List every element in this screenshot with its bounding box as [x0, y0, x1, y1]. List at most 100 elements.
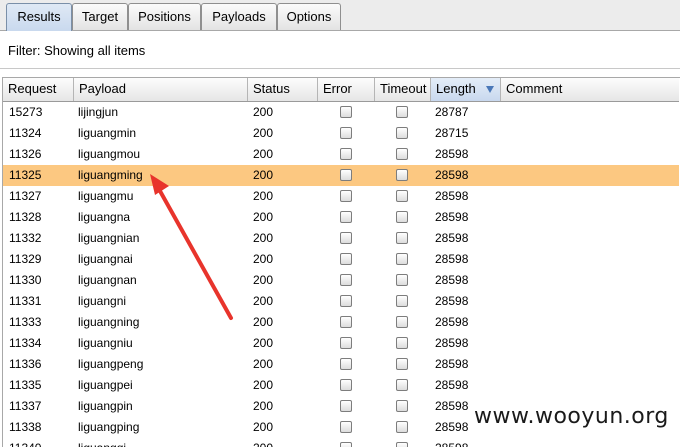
timeout-checkbox[interactable] — [396, 421, 408, 433]
timeout-checkbox[interactable] — [396, 337, 408, 349]
tab-options[interactable]: Options — [277, 3, 341, 30]
error-checkbox[interactable] — [340, 442, 352, 447]
cell-payload: liguangna — [78, 210, 131, 224]
cell-request: 11327 — [9, 189, 42, 203]
cell-payload: liguangnai — [78, 252, 133, 266]
cell-length: 28598 — [435, 357, 469, 371]
error-checkbox[interactable] — [340, 379, 352, 391]
filter-label: Filter: Showing all items — [8, 43, 146, 58]
table-header: Request Payload Status Error Timeout Len… — [3, 78, 679, 102]
table-row[interactable]: 11333 liguangning 200 28598 — [3, 312, 679, 333]
timeout-checkbox[interactable] — [396, 400, 408, 412]
cell-request: 11334 — [9, 336, 42, 350]
cell-length: 28598 — [435, 336, 469, 350]
tab-target[interactable]: Target — [72, 3, 128, 30]
table-row[interactable]: 11326 liguangmou 200 28598 — [3, 144, 679, 165]
error-checkbox[interactable] — [340, 295, 352, 307]
table-row[interactable]: 11330 liguangnan 200 28598 — [3, 270, 679, 291]
cell-request: 11324 — [9, 126, 42, 140]
table-row[interactable]: 11336 liguangpeng 200 28598 — [3, 354, 679, 375]
timeout-checkbox[interactable] — [396, 358, 408, 370]
cell-length: 28715 — [435, 126, 469, 140]
filter-bar[interactable]: Filter: Showing all items — [0, 34, 680, 69]
table-row[interactable]: 11328 liguangna 200 28598 — [3, 207, 679, 228]
error-checkbox[interactable] — [340, 232, 352, 244]
cell-payload: liguangmu — [78, 189, 134, 203]
table-row[interactable]: 11327 liguangmu 200 28598 — [3, 186, 679, 207]
table-row[interactable]: 11325 liguangming 200 28598 — [3, 165, 679, 186]
results-table: Request Payload Status Error Timeout Len… — [2, 77, 680, 447]
cell-status: 200 — [253, 231, 274, 245]
cell-payload: liguangqi — [78, 438, 126, 447]
cell-length: 28598 — [435, 273, 469, 287]
cell-request: 15273 — [9, 105, 43, 119]
cell-length: 28598 — [435, 189, 469, 203]
error-checkbox[interactable] — [340, 400, 352, 412]
timeout-checkbox[interactable] — [396, 106, 408, 118]
cell-status: 200 — [253, 357, 274, 371]
cell-request: 11329 — [9, 252, 42, 266]
table-row[interactable]: 11329 liguangnai 200 28598 — [3, 249, 679, 270]
error-checkbox[interactable] — [340, 106, 352, 118]
cell-length: 28598 — [435, 399, 469, 413]
column-header-timeout[interactable]: Timeout — [375, 78, 431, 101]
cell-status: 200 — [253, 420, 274, 434]
error-checkbox[interactable] — [340, 274, 352, 286]
cell-length: 28598 — [435, 420, 469, 434]
cell-status: 200 — [253, 126, 274, 140]
cell-payload: liguangming — [78, 168, 143, 182]
sort-descending-icon — [486, 86, 494, 93]
error-checkbox[interactable] — [340, 127, 352, 139]
tab-bar: Results Target Positions Payloads Option… — [0, 0, 680, 31]
tab-payloads[interactable]: Payloads — [201, 3, 277, 30]
column-header-request[interactable]: Request — [3, 78, 74, 101]
table-row[interactable]: 11340 liguangqi 200 28598 — [3, 438, 679, 447]
timeout-checkbox[interactable] — [396, 442, 408, 447]
column-header-payload[interactable]: Payload — [74, 78, 248, 101]
tab-results[interactable]: Results — [6, 3, 72, 31]
timeout-checkbox[interactable] — [396, 211, 408, 223]
timeout-checkbox[interactable] — [396, 379, 408, 391]
timeout-checkbox[interactable] — [396, 190, 408, 202]
timeout-checkbox[interactable] — [396, 148, 408, 160]
cell-payload: lijingjun — [78, 105, 119, 119]
cell-payload: liguangping — [78, 420, 140, 434]
table-row[interactable]: 11332 liguangnian 200 28598 — [3, 228, 679, 249]
column-header-status[interactable]: Status — [248, 78, 318, 101]
table-row[interactable]: 15273 lijingjun 200 28787 — [3, 102, 679, 123]
table-row[interactable]: 11331 liguangni 200 28598 — [3, 291, 679, 312]
table-row[interactable]: 11334 liguangniu 200 28598 — [3, 333, 679, 354]
cell-request: 11337 — [9, 399, 42, 413]
column-header-comment[interactable]: Comment — [501, 78, 679, 101]
cell-length: 28598 — [435, 210, 469, 224]
error-checkbox[interactable] — [340, 148, 352, 160]
error-checkbox[interactable] — [340, 316, 352, 328]
timeout-checkbox[interactable] — [396, 295, 408, 307]
cell-status: 200 — [253, 336, 274, 350]
error-checkbox[interactable] — [340, 211, 352, 223]
timeout-checkbox[interactable] — [396, 253, 408, 265]
error-checkbox[interactable] — [340, 358, 352, 370]
table-row[interactable]: 11324 liguangmin 200 28715 — [3, 123, 679, 144]
cell-payload: liguangmin — [78, 126, 137, 140]
cell-payload: liguangpin — [78, 399, 133, 413]
cell-payload: liguangnan — [78, 273, 137, 287]
error-checkbox[interactable] — [340, 169, 352, 181]
cell-request: 11335 — [9, 378, 42, 392]
error-checkbox[interactable] — [340, 421, 352, 433]
timeout-checkbox[interactable] — [396, 316, 408, 328]
column-header-length[interactable]: Length — [431, 78, 501, 101]
cell-payload: liguangniu — [78, 336, 133, 350]
error-checkbox[interactable] — [340, 190, 352, 202]
timeout-checkbox[interactable] — [396, 232, 408, 244]
column-header-error[interactable]: Error — [318, 78, 375, 101]
table-row[interactable]: 11335 liguangpei 200 28598 — [3, 375, 679, 396]
timeout-checkbox[interactable] — [396, 127, 408, 139]
timeout-checkbox[interactable] — [396, 274, 408, 286]
error-checkbox[interactable] — [340, 337, 352, 349]
timeout-checkbox[interactable] — [396, 169, 408, 181]
error-checkbox[interactable] — [340, 253, 352, 265]
column-header-length-label: Length — [436, 81, 476, 96]
tab-positions[interactable]: Positions — [128, 3, 201, 30]
cell-length: 28598 — [435, 231, 469, 245]
